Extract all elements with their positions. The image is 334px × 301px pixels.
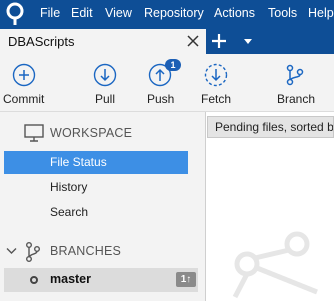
fetch-icon [204,63,228,87]
menu-view[interactable]: View [105,6,132,20]
branch-icon [26,242,40,262]
push-button[interactable]: 1 Push [145,54,181,112]
pull-icon [93,63,117,87]
branch-watermark-icon [232,231,318,299]
menu-help[interactable]: Help [308,6,334,20]
branches-header[interactable]: BRANCHES [0,240,206,264]
commit-label: Commit [3,92,45,106]
push-label: Push [147,92,175,106]
menu-tools[interactable]: Tools [268,6,297,20]
pull-button[interactable]: Pull [90,54,122,112]
close-icon[interactable] [186,33,200,49]
sidebar-item-history[interactable]: History [4,176,188,199]
commit-button[interactable]: Commit [0,54,50,112]
workspace-header: WORKSPACE [0,122,206,146]
fetch-label: Fetch [201,92,232,106]
menu-file[interactable]: File [40,6,60,20]
branches-label: BRANCHES [50,244,122,258]
chevron-down-icon[interactable] [6,247,17,255]
branch-item-master[interactable]: master 1↑ [4,268,198,292]
monitor-icon [24,124,44,142]
branch-name: master [50,272,91,286]
fetch-button[interactable]: Fetch [199,54,235,112]
sidebar: WORKSPACE File Status History Search BRA… [0,112,206,301]
workspace-label: WORKSPACE [50,126,133,140]
sidebar-item-label: Search [50,205,89,219]
tab-repository[interactable]: DBAScripts [0,28,206,54]
branch-label: Branch [277,92,316,106]
pending-files-label: Pending files, sorted by [215,120,334,134]
menu-edit[interactable]: Edit [71,6,93,20]
menu-actions[interactable]: Actions [214,6,255,20]
plus-icon[interactable] [210,32,228,50]
menu-repository[interactable]: Repository [144,6,204,20]
tab-title: DBAScripts [8,34,75,49]
ahead-count-badge: 1↑ [176,272,196,287]
sidebar-item-search[interactable]: Search [4,201,188,224]
toolbar: Commit Pull 1 Push Fetch Branch [0,54,334,112]
chevron-down-icon[interactable] [243,38,253,46]
push-count-badge: 1 [165,59,181,71]
branch-button[interactable]: Branch [274,54,318,112]
menu-bar: File Edit View Repository Actions Tools … [0,0,334,28]
sidebar-item-label: File Status [50,155,107,169]
branch-icon [286,64,304,86]
current-branch-icon [30,276,38,284]
pull-label: Pull [95,92,116,106]
commit-icon [12,63,36,87]
sidebar-item-label: History [50,180,88,194]
pending-files-sort-dropdown[interactable]: Pending files, sorted by [207,116,334,138]
main-panel: Pending files, sorted by [207,112,334,301]
sourcetree-logo-icon [6,2,24,25]
tab-strip: DBAScripts [0,28,334,54]
sidebar-item-file-status[interactable]: File Status [4,151,188,174]
